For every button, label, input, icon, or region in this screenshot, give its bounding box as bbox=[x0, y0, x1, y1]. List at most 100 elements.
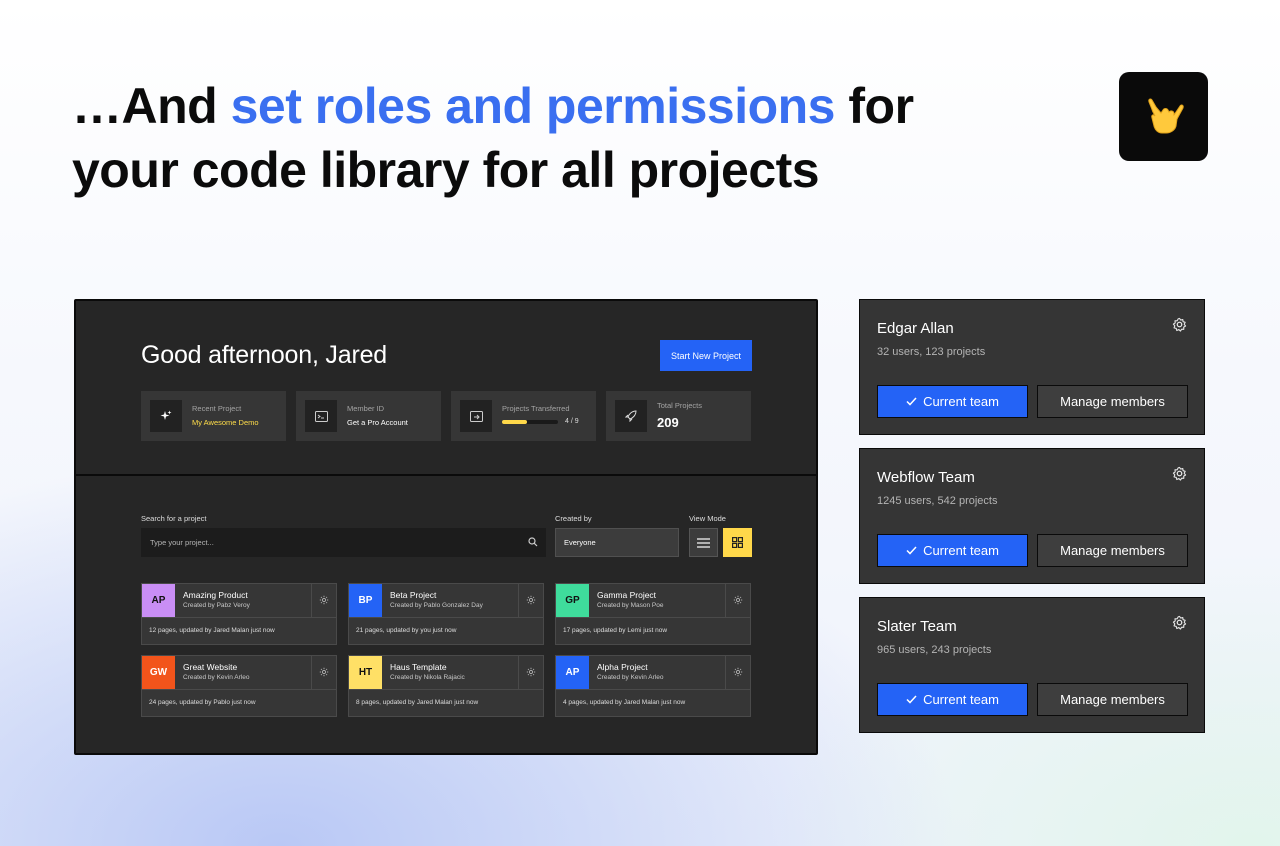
project-creator: Created by Kevin Arleo bbox=[597, 674, 664, 681]
member-id-card[interactable]: Member ID Get a Pro Account bbox=[296, 391, 441, 441]
project-updated-text: 24 pages, updated by Pablo just now bbox=[149, 699, 256, 706]
gear-icon bbox=[733, 592, 743, 610]
project-settings-button[interactable] bbox=[518, 584, 543, 617]
project-card[interactable]: GW Great Website Created by Kevin Arleo 24 … bbox=[141, 655, 337, 717]
project-settings-button[interactable] bbox=[311, 584, 336, 617]
gear-icon bbox=[526, 592, 536, 610]
project-avatar: HT bbox=[349, 656, 382, 689]
project-updated-text: 4 pages, updated by Jared Malan just now bbox=[563, 699, 686, 706]
project-creator: Created by Nikola Rajacic bbox=[390, 674, 465, 681]
project-avatar: AP bbox=[142, 584, 175, 617]
grid-view-button[interactable] bbox=[723, 528, 752, 557]
gear-icon bbox=[526, 664, 536, 682]
current-team-label: Current team bbox=[923, 692, 999, 707]
list-view-button[interactable] bbox=[689, 528, 718, 557]
transfer-progress-text: 4 / 9 bbox=[565, 418, 579, 425]
project-name[interactable]: Amazing Product bbox=[183, 590, 248, 600]
gear-icon[interactable] bbox=[1172, 466, 1187, 486]
team-name: Webflow Team bbox=[877, 469, 975, 486]
recent-project-card[interactable]: Recent Project My Awesome Demo bbox=[141, 391, 286, 441]
project-creator: Created by Mason Poe bbox=[597, 602, 664, 609]
project-settings-button[interactable] bbox=[725, 584, 750, 617]
manage-members-button[interactable]: Manage members bbox=[1037, 683, 1188, 716]
project-settings-button[interactable] bbox=[725, 656, 750, 689]
project-updated-text: 21 pages, updated by you just now bbox=[356, 627, 457, 634]
greeting-title: Good afternoon, Jared bbox=[141, 341, 387, 369]
call-me-hand-icon bbox=[1119, 72, 1208, 161]
transfer-progress-bar bbox=[502, 420, 558, 424]
project-updated-text: 12 pages, updated by Jared Malan just no… bbox=[149, 627, 275, 634]
project-avatar: AP bbox=[556, 656, 589, 689]
project-name[interactable]: Gamma Project bbox=[597, 590, 656, 600]
member-id-label: Member ID bbox=[347, 404, 385, 413]
project-card-header: GP Gamma Project Created by Mason Poe bbox=[556, 584, 750, 618]
project-card[interactable]: AP Alpha Project Created by Kevin Arleo 4 p… bbox=[555, 655, 751, 717]
team-card: Slater Team 965 users, 243 projects Curren… bbox=[859, 597, 1205, 733]
search-label: Search for a project bbox=[141, 514, 207, 523]
projects-transferred-card: Projects Transferred 4 / 9 bbox=[451, 391, 596, 441]
current-team-label: Current team bbox=[923, 543, 999, 558]
view-mode-label: View Mode bbox=[689, 514, 726, 523]
card-icon bbox=[305, 400, 337, 432]
dashboard-header: Good afternoon, Jared Start New Project … bbox=[76, 301, 816, 476]
project-updated-text: 8 pages, updated by Jared Malan just now bbox=[356, 699, 479, 706]
gear-icon bbox=[733, 664, 743, 682]
member-id-value[interactable]: Get a Pro Account bbox=[347, 418, 408, 427]
gear-icon[interactable] bbox=[1172, 615, 1187, 635]
current-team-button[interactable]: Current team bbox=[877, 385, 1028, 418]
project-card-header: AP Alpha Project Created by Kevin Arleo bbox=[556, 656, 750, 690]
dashboard-window: Good afternoon, Jared Start New Project … bbox=[74, 299, 818, 755]
manage-members-button[interactable]: Manage members bbox=[1037, 534, 1188, 567]
recent-project-value[interactable]: My Awesome Demo bbox=[192, 418, 259, 427]
project-name[interactable]: Great Website bbox=[183, 662, 237, 672]
headline: …And set roles and permissions for your … bbox=[72, 74, 972, 202]
project-card[interactable]: AP Amazing Product Created by Pabz Veroy 12… bbox=[141, 583, 337, 645]
project-name[interactable]: Alpha Project bbox=[597, 662, 648, 672]
headline-accent: set roles and permissions bbox=[230, 78, 836, 134]
gear-icon[interactable] bbox=[1172, 317, 1187, 337]
project-card[interactable]: GP Gamma Project Created by Mason Poe 17 pa… bbox=[555, 583, 751, 645]
rocket-icon bbox=[615, 400, 647, 432]
created-by-label: Created by bbox=[555, 514, 592, 523]
gear-icon bbox=[319, 592, 329, 610]
start-new-project-button[interactable]: Start New Project bbox=[660, 340, 752, 371]
current-team-label: Current team bbox=[923, 394, 999, 409]
grid-icon bbox=[732, 537, 743, 548]
check-icon bbox=[906, 394, 917, 409]
project-avatar: BP bbox=[349, 584, 382, 617]
total-projects-value: 209 bbox=[657, 415, 679, 430]
team-name: Edgar Allan bbox=[877, 320, 954, 337]
project-settings-button[interactable] bbox=[518, 656, 543, 689]
manage-members-button[interactable]: Manage members bbox=[1037, 385, 1188, 418]
sparkle-icon bbox=[150, 400, 182, 432]
project-name[interactable]: Haus Template bbox=[390, 662, 447, 672]
project-card-header: GW Great Website Created by Kevin Arleo bbox=[142, 656, 336, 690]
project-avatar: GW bbox=[142, 656, 175, 689]
project-card-header: HT Haus Template Created by Nikola Rajacic bbox=[349, 656, 543, 690]
project-creator: Created by Pabz Veroy bbox=[183, 602, 250, 609]
current-team-button[interactable]: Current team bbox=[877, 683, 1028, 716]
check-icon bbox=[906, 543, 917, 558]
search-input[interactable] bbox=[141, 528, 511, 557]
created-by-select[interactable]: Everyone bbox=[555, 528, 679, 557]
project-card-header: BP Beta Project Created by Pablo Gonzalez … bbox=[349, 584, 543, 618]
project-card[interactable]: BP Beta Project Created by Pablo Gonzalez … bbox=[348, 583, 544, 645]
project-settings-button[interactable] bbox=[311, 656, 336, 689]
project-card[interactable]: HT Haus Template Created by Nikola Rajacic… bbox=[348, 655, 544, 717]
current-team-button[interactable]: Current team bbox=[877, 534, 1028, 567]
project-avatar: GP bbox=[556, 584, 589, 617]
project-updated-text: 17 pages, updated by Lemi just now bbox=[563, 627, 668, 634]
list-icon bbox=[697, 537, 710, 548]
headline-part1: …And bbox=[72, 78, 231, 134]
team-stats: 32 users, 123 projects bbox=[877, 346, 986, 358]
project-card-header: AP Amazing Product Created by Pabz Veroy bbox=[142, 584, 336, 618]
project-name[interactable]: Beta Project bbox=[390, 590, 436, 600]
projects-transferred-label: Projects Transferred bbox=[502, 404, 570, 413]
team-stats: 965 users, 243 projects bbox=[877, 644, 992, 656]
search-icon[interactable] bbox=[528, 537, 538, 547]
check-icon bbox=[906, 692, 917, 707]
search-field[interactable] bbox=[141, 528, 546, 557]
team-card: Edgar Allan 32 users, 123 projects Current… bbox=[859, 299, 1205, 435]
transfer-icon bbox=[460, 400, 492, 432]
total-projects-label: Total Projects bbox=[657, 401, 703, 410]
